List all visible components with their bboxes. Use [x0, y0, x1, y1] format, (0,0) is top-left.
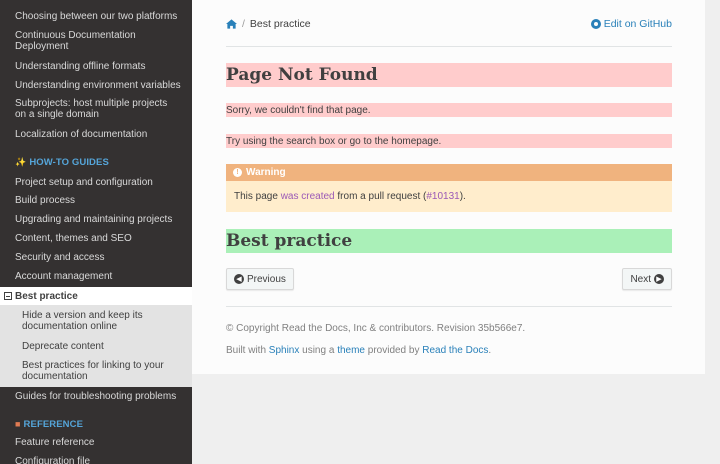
sidebar-item-security[interactable]: Security and access	[0, 252, 113, 263]
caption-howto-label: HOW-TO GUIDES	[29, 156, 109, 168]
using-a-text: using a	[299, 345, 338, 356]
sidebar-item-build-process[interactable]: Build process	[0, 195, 83, 206]
read-the-docs-link[interactable]: Read the Docs	[422, 345, 488, 356]
footer-period: .	[488, 345, 492, 356]
sidebar-item-content-themes[interactable]: Content, themes and SEO	[0, 233, 140, 244]
collapse-toggle-icon[interactable]	[4, 292, 12, 300]
sidebar-current-section: Best practice Hide a version and keep it…	[0, 287, 192, 387]
sidebar-item-project-setup[interactable]: Project setup and configuration	[0, 177, 161, 188]
next-button[interactable]: Next ▶	[622, 268, 672, 290]
built-with-text: Built with	[226, 345, 269, 356]
warning-text-middle: from a pull request (	[334, 191, 427, 202]
sidebar-subitem-hide-version[interactable]: Hide a version and keep its documentatio…	[22, 310, 172, 332]
sidebar-item-continuous-deployment[interactable]: Continuous Documentation Deployment	[0, 30, 150, 52]
sidebar-item-choosing-platforms[interactable]: Choosing between our two platforms	[0, 11, 185, 22]
sidebar-item-localization[interactable]: Localization of documentation	[0, 129, 155, 140]
exclamation-icon: !	[233, 168, 242, 177]
provided-by-text: provided by	[364, 345, 423, 356]
arrow-right-circle-icon: ▶	[654, 274, 664, 284]
magic-wand-icon: ✨	[15, 156, 27, 167]
section-title: Best practice	[226, 229, 672, 253]
footer-built-with: Built with Sphinx using a theme provided…	[226, 345, 491, 356]
next-label: Next	[630, 273, 651, 285]
previous-label: Previous	[247, 273, 286, 285]
warning-text-after: ).	[459, 191, 466, 202]
sidebar-subitem-linking[interactable]: Best practices for linking to your docum…	[22, 360, 172, 382]
warning-title: Warning	[246, 167, 286, 178]
sidebar-item-subprojects[interactable]: Subprojects: host multiple projects on a…	[0, 98, 180, 120]
caption-howto-guides: ✨ HOW-TO GUIDES	[0, 156, 109, 168]
breadcrumb-current: Best practice	[249, 18, 311, 30]
sidebar-item-env-variables[interactable]: Understanding environment variables	[0, 80, 189, 91]
warning-body: This page was created from a pull reques…	[226, 181, 672, 212]
github-icon	[590, 19, 601, 29]
search-suggestion: Try using the search box or go to the ho…	[226, 134, 672, 148]
previous-button[interactable]: ◀ Previous	[226, 268, 294, 290]
sidebar-current-label: Best practice	[15, 290, 78, 302]
arrow-left-circle-icon: ◀	[234, 274, 244, 284]
breadcrumb-separator: /	[242, 18, 245, 30]
sidebar-item-best-practice[interactable]: Best practice	[0, 287, 192, 305]
sidebar-item-configuration-file[interactable]: Configuration file	[0, 456, 98, 464]
home-icon[interactable]	[226, 19, 237, 29]
pull-request-link[interactable]: #10131	[426, 191, 459, 202]
sidebar-item-account[interactable]: Account management	[0, 271, 120, 282]
sidebar-subitem-deprecate[interactable]: Deprecate content	[22, 341, 172, 352]
sidebar: Choosing between our two platforms Conti…	[0, 0, 192, 464]
page-title: Page Not Found	[226, 63, 672, 87]
breadcrumb: / Best practice	[226, 18, 311, 30]
warning-text-before: This page	[234, 191, 281, 202]
footer-divider	[226, 306, 672, 307]
caption-reference: ■ REFERENCE	[0, 418, 83, 430]
divider	[226, 46, 672, 47]
sphinx-link[interactable]: Sphinx	[269, 345, 300, 356]
not-found-message: Sorry, we couldn't find that page.	[226, 103, 672, 117]
edit-on-github-label: Edit on GitHub	[603, 18, 672, 30]
sidebar-item-troubleshooting[interactable]: Guides for troubleshooting problems	[0, 391, 184, 402]
book-icon: ■	[15, 419, 21, 429]
sidebar-item-offline-formats[interactable]: Understanding offline formats	[0, 61, 153, 72]
footer-copyright: © Copyright Read the Docs, Inc & contrib…	[226, 323, 526, 334]
sidebar-item-upgrading[interactable]: Upgrading and maintaining projects	[0, 214, 180, 225]
was-created-link[interactable]: was created	[281, 191, 335, 202]
warning-header: ! Warning	[226, 164, 672, 181]
theme-link[interactable]: theme	[337, 345, 365, 356]
caption-reference-label: REFERENCE	[23, 418, 84, 430]
sidebar-item-feature-reference[interactable]: Feature reference	[0, 437, 103, 448]
edit-on-github-link[interactable]: Edit on GitHub	[590, 18, 672, 30]
